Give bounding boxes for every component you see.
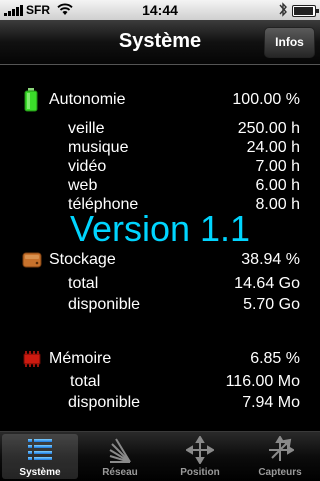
memoire-row-label: disponible xyxy=(68,394,141,411)
tab-systeme[interactable]: Système xyxy=(2,434,78,479)
tab-reseau[interactable]: Réseau xyxy=(82,434,158,479)
autonomie-row-value: 250.00 h xyxy=(237,120,300,137)
sensors-icon xyxy=(269,436,294,461)
stockage-row-value: 14.64 Go xyxy=(234,275,300,292)
infos-button[interactable]: Infos xyxy=(264,27,315,58)
stockage-row-value: 5.70 Go xyxy=(243,296,300,313)
memoire-row-value: 116.00 Mo xyxy=(225,373,300,390)
memoire-title: Mémoire xyxy=(49,350,112,367)
tab-label: Position xyxy=(180,467,220,478)
network-icon xyxy=(109,438,131,463)
autonomie-row-label: musique xyxy=(68,139,129,156)
autonomie-value: 100.00 % xyxy=(232,91,300,108)
autonomie-row-value: 24.00 h xyxy=(246,139,300,156)
list-icon xyxy=(28,439,52,460)
memoire-value: 6.85 % xyxy=(250,350,300,367)
tab-label: Capteurs xyxy=(258,467,302,478)
storage-icon xyxy=(22,252,42,268)
stockage-row-label: total xyxy=(68,275,99,292)
position-icon xyxy=(186,436,214,464)
tab-label: Système xyxy=(19,467,61,478)
stockage-row-label: disponible xyxy=(68,296,141,313)
autonomie-row-label: web xyxy=(68,177,98,194)
autonomie-row-value: 6.00 h xyxy=(255,177,300,194)
autonomie-row-label: veille xyxy=(68,120,105,137)
status-time: 14:44 xyxy=(142,2,178,18)
stockage-value: 38.94 % xyxy=(241,251,300,268)
autonomie-title: Autonomie xyxy=(49,91,126,108)
version-label: Version 1.1 xyxy=(69,208,251,249)
tab-bar: Système Réseau Position Capteurs xyxy=(0,431,320,481)
stockage-title: Stockage xyxy=(49,251,116,268)
autonomie-row-value: 7.00 h xyxy=(255,158,300,175)
battery-icon xyxy=(292,5,319,17)
tab-position[interactable]: Position xyxy=(162,434,238,479)
memoire-row-label: total xyxy=(70,373,101,390)
autonomie-row-label: vidéo xyxy=(68,158,107,175)
tab-capteurs[interactable]: Capteurs xyxy=(242,434,318,479)
navigation-bar: Système Infos xyxy=(0,20,320,65)
memory-chip-icon xyxy=(23,351,41,367)
tab-label: Réseau xyxy=(102,467,138,478)
memoire-row-value: 7.94 Mo xyxy=(242,394,300,411)
bluetooth-icon xyxy=(279,2,287,17)
battery-green-icon xyxy=(24,88,38,112)
status-bar: SFR 14:44 xyxy=(0,0,320,20)
